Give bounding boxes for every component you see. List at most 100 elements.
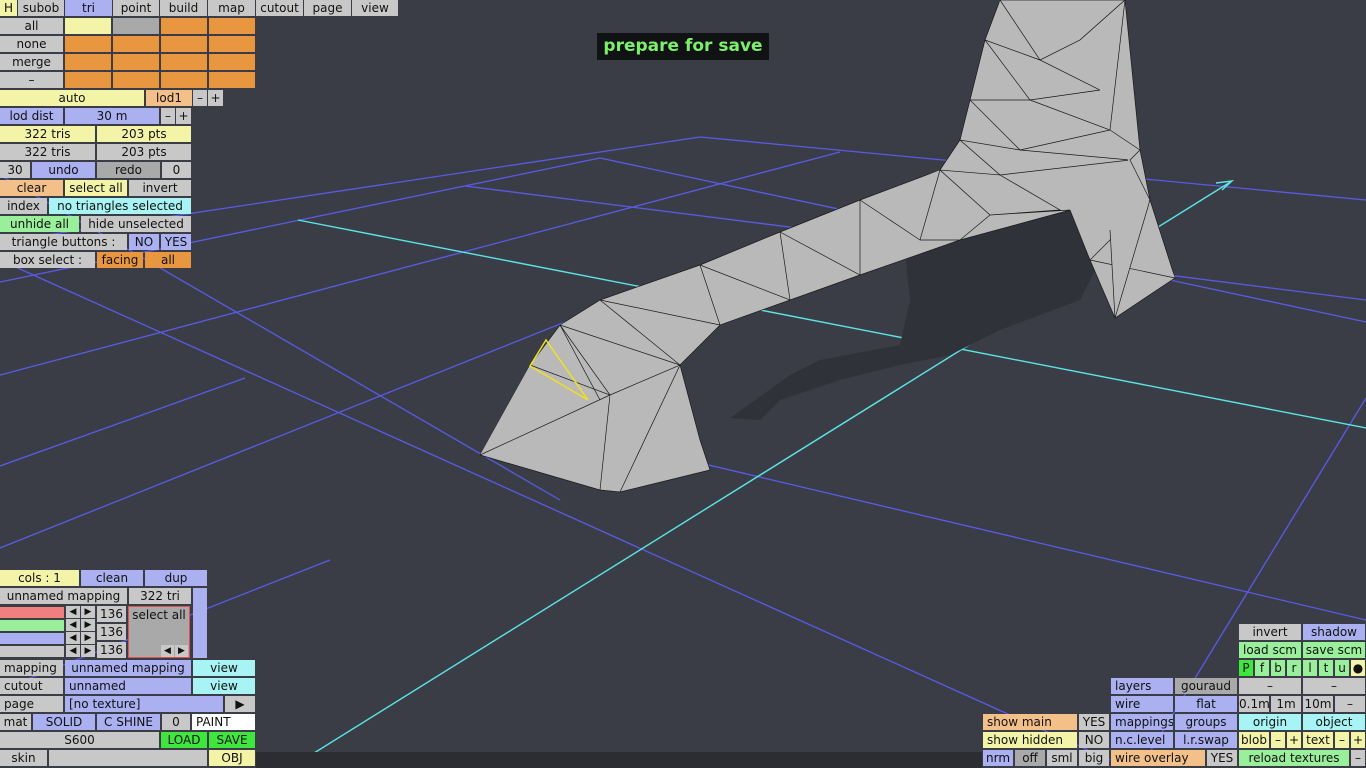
green-decrease-icon[interactable]: ◀ <box>66 619 80 631</box>
size-off-button[interactable]: off <box>1015 750 1045 766</box>
cols-button[interactable]: cols : 1 <box>0 570 79 586</box>
redo-button[interactable]: redo <box>97 162 160 178</box>
grid-cell[interactable] <box>113 54 159 70</box>
dist-minus-button[interactable]: – <box>1335 696 1365 712</box>
grid-cell[interactable] <box>65 54 111 70</box>
show-hidden-value[interactable]: NO <box>1079 732 1109 748</box>
wire-overlay-toggle[interactable]: wire overlay <box>1111 750 1205 766</box>
lod-dist-value[interactable]: 30 m <box>65 108 159 124</box>
tab-page[interactable]: page <box>304 0 351 16</box>
triangle-buttons-no[interactable]: NO <box>129 234 159 250</box>
wire-button[interactable]: wire <box>1111 696 1173 712</box>
dash-button-2[interactable]: – <box>1303 678 1365 694</box>
mapping-name[interactable]: unnamed mapping <box>0 588 127 604</box>
lod-dist-minus-button[interactable]: – <box>161 108 175 124</box>
tab-cutout[interactable]: cutout <box>256 0 303 16</box>
groups-button[interactable]: groups <box>1175 714 1237 730</box>
tab-build[interactable]: build <box>160 0 207 16</box>
index-button[interactable]: index <box>0 198 47 214</box>
dash-button-1[interactable]: – <box>1239 678 1301 694</box>
select-none-row[interactable]: none <box>0 36 63 52</box>
dist-0-1m-button[interactable]: 0.1m <box>1239 696 1269 712</box>
triangle-buttons-yes[interactable]: YES <box>161 234 191 250</box>
grid-cell[interactable] <box>65 18 111 34</box>
flag-t-button[interactable]: t <box>1319 660 1333 676</box>
size-nrm-button[interactable]: nrm <box>983 750 1013 766</box>
merge-row[interactable]: merge <box>0 54 63 70</box>
nc-level-button[interactable]: n.c.level <box>1111 732 1173 748</box>
wire-overlay-value[interactable]: YES <box>1207 750 1237 766</box>
auto-lod-button[interactable]: auto <box>0 90 144 106</box>
save-button[interactable]: SAVE <box>209 732 255 748</box>
green-increase-icon[interactable]: ▶ <box>81 619 95 631</box>
obj-button[interactable]: OBJ <box>209 750 255 766</box>
text-minus-button[interactable]: – <box>1335 732 1349 748</box>
gray-decrease-icon[interactable]: ◀ <box>66 645 80 657</box>
flag-r-button[interactable]: r <box>1287 660 1301 676</box>
red-slider[interactable] <box>0 607 64 618</box>
dash-row[interactable]: – <box>0 72 63 88</box>
grid-cell[interactable] <box>113 36 159 52</box>
dup-button[interactable]: dup <box>145 570 207 586</box>
flag-f-button[interactable]: f <box>1255 660 1269 676</box>
blue-slider[interactable] <box>0 633 64 644</box>
flag-l-button[interactable]: l <box>1303 660 1317 676</box>
text-plus-button[interactable]: + <box>1351 732 1365 748</box>
grid-cell[interactable] <box>161 54 207 70</box>
blue-decrease-icon[interactable]: ◀ <box>66 632 80 644</box>
reload-textures-button[interactable]: reload textures <box>1239 750 1349 766</box>
lod-selector[interactable]: lod1 <box>146 90 192 106</box>
select-all-row[interactable]: all <box>0 18 63 34</box>
paint-button[interactable]: PAINT <box>192 714 255 730</box>
flag-b-button[interactable]: b <box>1271 660 1285 676</box>
grid-cell[interactable] <box>113 18 159 34</box>
blob-minus-button[interactable]: – <box>1271 732 1285 748</box>
size-big-button[interactable]: big <box>1079 750 1109 766</box>
color-next-icon[interactable]: ▶ <box>175 645 188 657</box>
dist-10m-button[interactable]: 10m <box>1303 696 1333 712</box>
grid-cell[interactable] <box>209 36 255 52</box>
red-increase-icon[interactable]: ▶ <box>81 606 95 618</box>
mapping-scrollbar[interactable] <box>193 588 207 658</box>
solid-button[interactable]: SOLID <box>33 714 95 730</box>
tab-point[interactable]: point <box>113 0 159 16</box>
invert-button[interactable]: invert <box>129 180 191 196</box>
flag-p-button[interactable]: P <box>1239 660 1253 676</box>
select-all-button[interactable]: select all <box>65 180 127 196</box>
lod-plus-button[interactable]: + <box>208 90 223 106</box>
show-main-toggle[interactable]: show main <box>983 714 1077 730</box>
grid-cell[interactable] <box>209 54 255 70</box>
color-prev-icon[interactable]: ◀ <box>161 645 174 657</box>
material-name[interactable]: S600 <box>0 732 159 748</box>
grid-cell[interactable] <box>113 72 159 88</box>
undo-button[interactable]: undo <box>32 162 95 178</box>
save-scm-button[interactable]: save scm <box>1303 642 1365 658</box>
flat-button[interactable]: flat <box>1175 696 1237 712</box>
grid-cell[interactable] <box>161 72 207 88</box>
lr-swap-button[interactable]: l.r.swap <box>1175 732 1237 748</box>
blob-button[interactable]: blob <box>1239 732 1269 748</box>
box-select-all[interactable]: all <box>145 252 191 268</box>
shadow-button[interactable]: shadow <box>1303 624 1365 640</box>
tab-subob[interactable]: subob <box>18 0 64 16</box>
h-toggle-button[interactable]: H <box>0 0 17 16</box>
grid-cell[interactable] <box>161 36 207 52</box>
grid-cell[interactable] <box>209 72 255 88</box>
origin-button[interactable]: origin <box>1239 714 1301 730</box>
grid-cell[interactable] <box>209 18 255 34</box>
box-select-facing[interactable]: facing <box>97 252 143 268</box>
mappings-button[interactable]: mappings <box>1111 714 1173 730</box>
gouraud-button[interactable]: gouraud <box>1175 678 1237 694</box>
view-invert-button[interactable]: invert <box>1239 624 1301 640</box>
blob-plus-button[interactable]: + <box>1287 732 1301 748</box>
object-button[interactable]: object <box>1303 714 1365 730</box>
show-main-value[interactable]: YES <box>1079 714 1109 730</box>
load-scm-button[interactable]: load scm <box>1239 642 1301 658</box>
load-button[interactable]: LOAD <box>161 732 207 748</box>
green-slider[interactable] <box>0 620 64 631</box>
page-value[interactable]: [no texture] <box>65 696 223 712</box>
flag-u-button[interactable]: u <box>1335 660 1349 676</box>
show-hidden-toggle[interactable]: show hidden <box>983 732 1077 748</box>
mapping-value[interactable]: unnamed mapping <box>65 660 191 676</box>
blue-increase-icon[interactable]: ▶ <box>81 632 95 644</box>
